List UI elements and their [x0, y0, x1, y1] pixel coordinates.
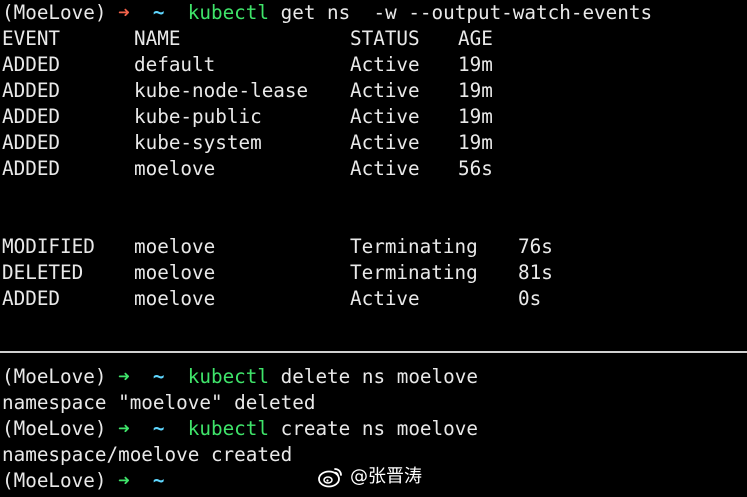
- table-row: MODIFIED moelove Terminating 76s: [0, 234, 747, 260]
- row-event: MODIFIED: [2, 235, 95, 258]
- output-line: namespace "moelove" deleted: [2, 391, 316, 414]
- prompt-cwd: ~: [152, 469, 165, 492]
- row-event: ADDED: [2, 131, 61, 154]
- row-name: kube-node-lease: [134, 79, 309, 102]
- prompt-cwd: ~: [152, 417, 165, 440]
- command-name: kubectl: [187, 365, 270, 388]
- row-event: ADDED: [2, 105, 61, 128]
- prompt-user: (MoeLove): [2, 417, 107, 440]
- row-name: moelove: [134, 157, 216, 180]
- weibo-icon: [318, 466, 344, 488]
- row-name: moelove: [134, 261, 216, 284]
- prompt-user: (MoeLove): [2, 365, 107, 388]
- prompt-line: (MoeLove) ➜ ~ kubectl delete ns moelove: [0, 364, 747, 390]
- watermark: @张晋涛: [318, 464, 422, 490]
- row-status: Terminating: [350, 235, 478, 258]
- row-status: Active: [350, 287, 420, 310]
- header-event: EVENT: [2, 27, 61, 50]
- prompt-line: (MoeLove) ➜ ~ kubectl create ns moelove: [0, 416, 747, 442]
- watermark-text: @张晋涛: [350, 466, 422, 487]
- row-age: 19m: [458, 105, 493, 128]
- row-age: 81s: [518, 261, 553, 284]
- command-name: kubectl: [187, 417, 270, 440]
- prompt-arrow-icon: ➜: [118, 1, 130, 24]
- row-event: ADDED: [2, 287, 61, 310]
- row-age: 56s: [458, 157, 493, 180]
- table-row: ADDED kube-node-lease Active 19m: [0, 78, 747, 104]
- row-event: ADDED: [2, 79, 61, 102]
- row-status: Active: [350, 105, 420, 128]
- row-name: kube-public: [134, 105, 262, 128]
- row-status: Active: [350, 131, 420, 154]
- row-age: 0s: [518, 287, 542, 310]
- row-name: moelove: [134, 235, 216, 258]
- table-row: ADDED kube-system Active 19m: [0, 130, 747, 156]
- prompt-arrow-icon: ➜: [118, 417, 130, 440]
- prompt-user: (MoeLove): [2, 1, 107, 24]
- row-event: ADDED: [2, 157, 61, 180]
- prompt-line: (MoeLove) ➜ ~ kubectl get ns -w --output…: [0, 0, 747, 26]
- table-row: ADDED default Active 19m: [0, 52, 747, 78]
- table-row: DELETED moelove Terminating 81s: [0, 260, 747, 286]
- prompt-user: (MoeLove): [2, 469, 107, 492]
- table-row: ADDED moelove Active 56s: [0, 156, 747, 182]
- row-status: Active: [350, 79, 420, 102]
- table-row: ADDED moelove Active 0s: [0, 286, 747, 312]
- row-event: ADDED: [2, 53, 61, 76]
- row-name: moelove: [134, 287, 216, 310]
- row-name: default: [134, 53, 216, 76]
- prompt-arrow-icon: ➜: [118, 469, 130, 492]
- row-name: kube-system: [134, 131, 262, 154]
- prompt-cwd: ~: [152, 1, 165, 24]
- row-status: Active: [350, 53, 420, 76]
- header-name: NAME: [134, 27, 181, 50]
- row-age: 19m: [458, 131, 493, 154]
- row-status: Active: [350, 157, 420, 180]
- command-args: get ns -w --output-watch-events: [269, 1, 653, 24]
- row-status: Terminating: [350, 261, 478, 284]
- terminal-pane-top[interactable]: (MoeLove) ➜ ~ kubectl get ns -w --output…: [0, 0, 747, 350]
- command-args: create ns moelove: [269, 417, 478, 440]
- row-event: DELETED: [2, 261, 84, 284]
- terminal-window[interactable]: (MoeLove) ➜ ~ kubectl get ns -w --output…: [0, 0, 747, 497]
- table-header: EVENT NAME STATUS AGE: [0, 26, 747, 52]
- header-age: AGE: [458, 27, 493, 50]
- prompt-arrow-icon: ➜: [118, 365, 130, 388]
- prompt-cwd: ~: [152, 365, 165, 388]
- row-age: 76s: [518, 235, 553, 258]
- command-name: kubectl: [187, 1, 270, 24]
- header-status: STATUS: [350, 27, 420, 50]
- table-row: ADDED kube-public Active 19m: [0, 104, 747, 130]
- row-age: 19m: [458, 79, 493, 102]
- row-age: 19m: [458, 53, 493, 76]
- command-args: delete ns moelove: [269, 365, 478, 388]
- pane-divider[interactable]: [0, 351, 747, 353]
